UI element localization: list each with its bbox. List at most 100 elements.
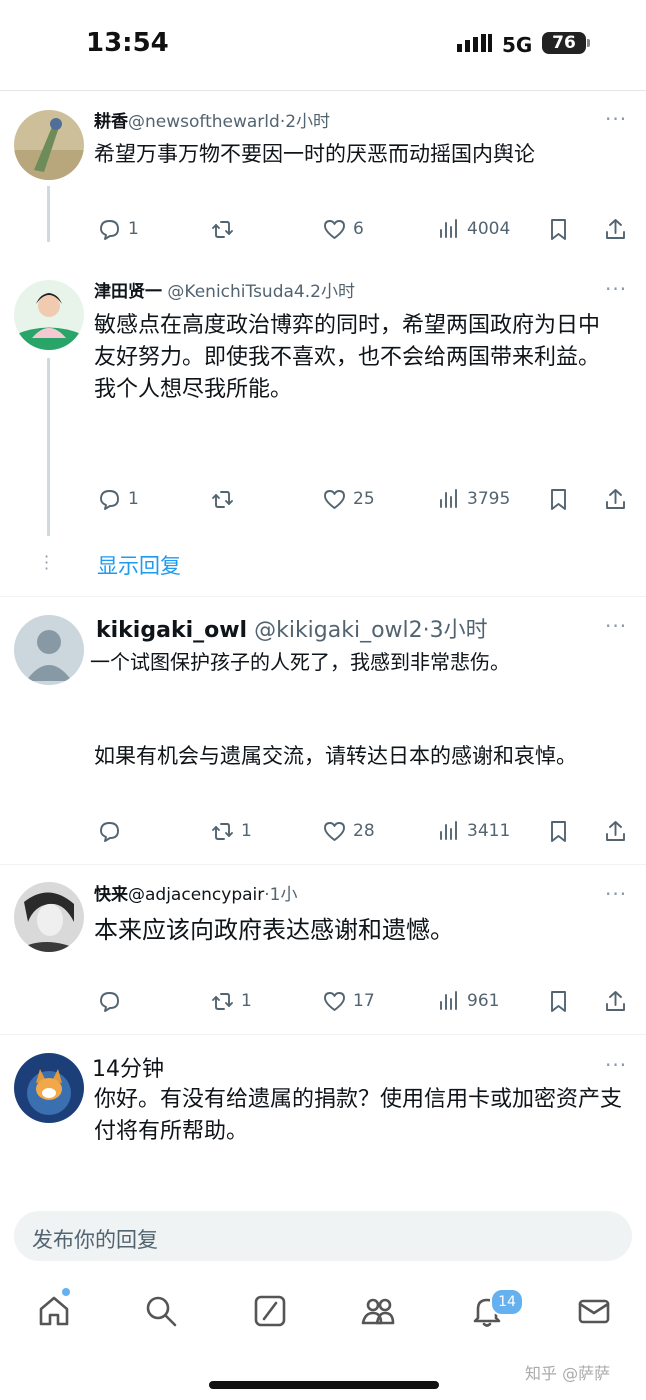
thread-line [47,358,50,536]
reply-count: 1 [128,219,139,239]
views-action[interactable]: 4004 [436,216,510,242]
like-action[interactable]: 6 [322,216,364,242]
like-count: 25 [353,489,375,509]
share-action[interactable] [603,216,628,242]
retweet-icon [212,220,233,238]
views-action[interactable]: 3795 [436,486,510,512]
avatar[interactable] [14,615,84,685]
share-action[interactable] [603,988,628,1014]
tweet-header: 津田贤一 @KenichiTsuda4.2小时 [94,277,355,302]
tweet-text: 希望万事万物不要因一时的厌恶而动摇国内舆论 [94,142,535,166]
author-name[interactable]: kikigaki_owl [96,618,247,643]
avatar[interactable] [14,1053,84,1123]
heart-icon [324,489,345,509]
heart-icon [324,219,345,239]
reply-icon [100,219,119,240]
bookmark-icon [551,990,566,1012]
reply-icon [100,991,119,1012]
battery-cap [587,39,590,47]
tweet-time: ·1小 [264,885,298,905]
share-icon [606,990,625,1011]
reply-action[interactable] [97,988,128,1014]
heart-icon [324,991,345,1011]
like-action[interactable]: 17 [322,988,375,1014]
tweet-time: ·2小时 [279,112,331,132]
bookmark-action[interactable] [546,216,571,242]
retweet-action[interactable]: 1 [210,988,252,1014]
retweet-action[interactable] [210,216,241,242]
reply-action[interactable]: 1 [97,486,139,512]
author-handle[interactable]: @KenichiTsuda4. [162,282,310,302]
retweet-action[interactable]: 1 [210,818,252,844]
views-action[interactable]: 3411 [436,818,510,844]
like-count: 6 [353,219,364,239]
author-handle[interactable]: @adjacencypair [128,885,264,905]
more-options-icon[interactable]: ··· [605,107,627,131]
retweet-action[interactable] [210,486,241,512]
signal-icon [457,34,492,52]
more-options-icon[interactable]: ··· [605,277,627,301]
retweet-icon [212,992,233,1010]
views-icon [440,488,457,508]
views-icon [440,990,457,1010]
retweet-count: 1 [241,821,252,841]
author-handle[interactable]: @kikigaki_owl2 [247,618,423,643]
avatar-image [14,280,84,350]
reply-placeholder: 发布你的回复 [32,1228,158,1252]
share-action[interactable] [603,486,628,512]
avatar[interactable] [14,280,84,350]
grok-icon[interactable] [253,1294,287,1328]
like-count: 28 [353,821,375,841]
retweet-icon [212,822,233,840]
reply-action[interactable] [97,818,128,844]
tweet-text: 一个试图保护孩子的人死了，我感到非常悲伤。 [90,650,510,674]
views-icon [440,218,457,238]
reply-action[interactable]: 1 [97,216,139,242]
author-name[interactable]: 快来 [94,885,128,905]
tweet-text-continued: 如果有机会与遗属交流，请转达日本的感谢和哀悼。 [94,744,577,768]
more-options-icon[interactable]: ··· [605,614,627,638]
tweet-header: 14分钟 [92,1051,164,1083]
like-action[interactable]: 25 [322,486,375,512]
default-avatar-icon [14,615,84,685]
heart-icon [324,821,345,841]
divider [0,864,646,865]
avatar[interactable] [14,110,84,180]
watermark: 知乎 @萨萨 [525,1364,611,1383]
share-icon [606,218,625,239]
bookmark-action[interactable] [546,818,571,844]
status-time: 13:54 [86,28,169,58]
bookmark-action[interactable] [546,988,571,1014]
bookmark-action[interactable] [546,486,571,512]
search-icon[interactable] [144,1294,178,1328]
views-icon [440,820,457,840]
home-icon[interactable] [37,1294,71,1328]
more-options-icon[interactable]: ··· [605,882,627,906]
bookmark-icon [551,488,566,510]
views-action[interactable]: 961 [436,988,499,1014]
show-replies-link[interactable]: 显示回复 [97,550,181,580]
author-name[interactable]: 耕香 [94,112,128,132]
like-action[interactable]: 28 [322,818,375,844]
reply-icon [100,489,119,510]
tweet-text: 你好。有没有给遗属的捐款？使用信用卡或加密资产支付将有所帮助。 [94,1087,623,1144]
share-action[interactable] [603,818,628,844]
retweet-icon [212,490,233,508]
tweet-header: 快来@adjacencypair·1小 [94,880,298,905]
new-content-dot [62,1288,70,1296]
more-options-icon[interactable]: ··· [605,1053,627,1077]
tweet-time: 2小时 [310,282,355,302]
home-indicator[interactable] [209,1381,439,1389]
share-icon [606,820,625,841]
reply-count: 1 [128,489,139,509]
author-name[interactable]: 津田贤一 [94,282,162,302]
messages-icon[interactable] [577,1294,611,1328]
retweet-count: 1 [241,991,252,1011]
divider [0,1034,646,1035]
tweet-time: ·3小时 [422,618,488,643]
like-count: 17 [353,991,375,1011]
avatar[interactable] [14,882,84,952]
author-handle[interactable]: @newsofthewarld [128,112,280,132]
divider [0,596,646,597]
communities-icon[interactable] [361,1294,395,1328]
